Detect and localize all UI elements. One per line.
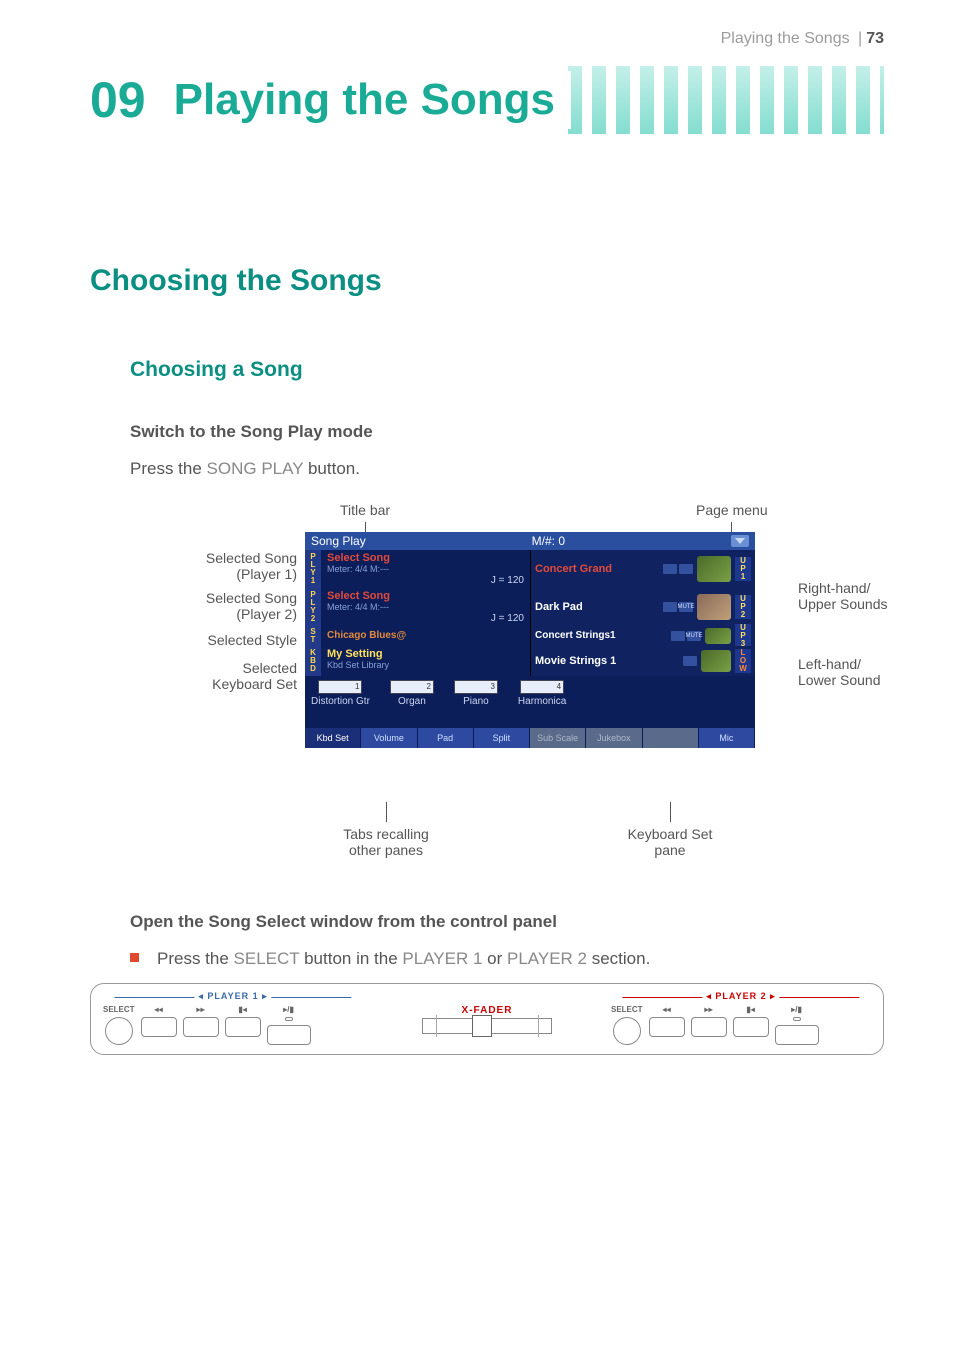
p2-select[interactable]: SELECT xyxy=(611,1005,643,1045)
p1-playpause[interactable]: ▸/▮ xyxy=(267,1005,311,1045)
screen-diagram: Title bar Page menu Selected Song(Player… xyxy=(130,502,884,872)
control-panel: ◂ PLAYER 1 ▸ SELECT ◂◂ ▸▸ ▮◂ ▸/▮ X-FADER… xyxy=(90,983,884,1055)
chapter-number: 09 xyxy=(90,71,146,129)
kbd-item-2[interactable]: 2Organ xyxy=(390,680,434,707)
p1-home[interactable]: ▮◂ xyxy=(225,1005,261,1037)
player2-group: ◂ PLAYER 2 ▸ SELECT ◂◂ ▸▸ ▮◂ ▸/▮ xyxy=(611,993,871,1045)
tag-low: LOW xyxy=(735,649,751,673)
p1-select[interactable]: SELECT xyxy=(103,1005,135,1045)
side-tag-st: ST xyxy=(305,626,321,646)
sound-up3[interactable]: Concert Strings1 MUTE UP3 xyxy=(531,626,755,646)
tab-split[interactable]: Split xyxy=(474,728,530,748)
row-style[interactable]: ST Chicago Blues@ Concert Strings1 MUTE … xyxy=(305,626,755,646)
bullet-square-icon xyxy=(130,953,139,962)
instruction-lead-2: Open the Song Select window from the con… xyxy=(130,912,884,932)
page-header-number: 73 xyxy=(866,30,884,47)
page-menu-button[interactable] xyxy=(731,535,749,547)
chapter-bar: 09 Playing the Songs xyxy=(90,66,884,134)
instruction-text-1: Press the SONG PLAY button. xyxy=(130,456,884,482)
kbd-item-4[interactable]: 4Harmonica xyxy=(518,680,566,707)
tab-blank xyxy=(643,728,699,748)
callout-kbd-pane: Keyboard Setpane xyxy=(610,802,730,858)
p2-rewind[interactable]: ◂◂ xyxy=(649,1005,685,1037)
tag-up2: UP2 xyxy=(735,595,751,619)
tag-up3: UP3 xyxy=(735,624,751,648)
callout-selected-song-p2: Selected Song(Player 2) xyxy=(145,590,305,622)
subsection-heading: Choosing a Song xyxy=(130,358,884,382)
screen-titlebar: Song Play M/#: 0 xyxy=(305,532,755,550)
callout-selected-style: Selected Style xyxy=(145,632,305,648)
instrument-icon xyxy=(697,556,731,582)
instrument-icon xyxy=(701,650,731,672)
callout-selected-kbd: SelectedKeyboard Set xyxy=(145,660,305,692)
callout-tabs: Tabs recallingother panes xyxy=(326,802,446,858)
row-player1[interactable]: PLY1 Select Song Meter: 4/4 M:--- J = 12… xyxy=(305,550,755,588)
instrument-icon xyxy=(697,594,731,620)
xfader[interactable]: X-FADER xyxy=(371,1005,603,1034)
tab-jukebox[interactable]: Jukebox xyxy=(586,728,642,748)
tab-pad[interactable]: Pad xyxy=(418,728,474,748)
callout-selected-song-p1: Selected Song(Player 1) xyxy=(145,550,305,582)
tag-up1: UP1 xyxy=(735,557,751,581)
screen-title: Song Play xyxy=(311,534,366,548)
screen-counter: M/#: 0 xyxy=(532,534,565,548)
side-tag-kbd: KBD xyxy=(305,646,321,676)
page-header-divider: | xyxy=(858,30,862,47)
p1-fastforward[interactable]: ▸▸ xyxy=(183,1005,219,1037)
kbd-item-1[interactable]: 1Distortion Gtr xyxy=(311,680,370,707)
callout-right-hand-sounds: Right-hand/Upper Sounds xyxy=(798,580,948,612)
row-player2[interactable]: PLY2 Select Song Meter: 4/4 M:--- J = 12… xyxy=(305,588,755,626)
decorative-stripes xyxy=(568,66,884,134)
kbd-set-pane: 1Distortion Gtr 2Organ 3Piano 4Harmonica xyxy=(305,676,755,728)
p2-fastforward[interactable]: ▸▸ xyxy=(691,1005,727,1037)
instrument-icon xyxy=(705,628,731,644)
tab-subscale[interactable]: Sub Scale xyxy=(530,728,586,748)
device-screen: Song Play M/#: 0 PLY1 Select Song Meter:… xyxy=(305,532,755,748)
sound-up1[interactable]: Concert Grand UP1 xyxy=(531,550,755,588)
page-header-section: Playing the Songs xyxy=(721,30,850,47)
player1-label: ◂ PLAYER 1 ▸ xyxy=(198,991,267,1002)
player1-group: ◂ PLAYER 1 ▸ SELECT ◂◂ ▸▸ ▮◂ ▸/▮ xyxy=(103,993,363,1045)
tab-row: Kbd Set Volume Pad Split Sub Scale Jukeb… xyxy=(305,728,755,748)
p2-playpause[interactable]: ▸/▮ xyxy=(775,1005,819,1045)
p1-rewind[interactable]: ◂◂ xyxy=(141,1005,177,1037)
chapter-title: Playing the Songs xyxy=(174,75,567,125)
tab-kbdset[interactable]: Kbd Set xyxy=(305,728,361,748)
section-heading: Choosing the Songs xyxy=(90,264,884,298)
sound-low[interactable]: Movie Strings 1 LOW xyxy=(531,646,755,676)
kbd-item-3[interactable]: 3Piano xyxy=(454,680,498,707)
p2-home[interactable]: ▮◂ xyxy=(733,1005,769,1037)
xfader-track[interactable] xyxy=(422,1018,552,1034)
side-tag-ply2: PLY2 xyxy=(305,588,321,626)
tab-mic[interactable]: Mic xyxy=(699,728,755,748)
sound-up2[interactable]: Dark Pad MUTE UP2 xyxy=(531,588,755,626)
page-header: Playing the Songs |73 xyxy=(90,30,884,48)
instruction-lead-1: Switch to the Song Play mode xyxy=(130,422,884,442)
callout-left-hand-sound: Left-hand/Lower Sound xyxy=(798,656,948,688)
player2-label: ◂ PLAYER 2 ▸ xyxy=(706,991,775,1002)
row-kbdset[interactable]: KBD My Setting Kbd Set Library Movie Str… xyxy=(305,646,755,676)
tab-volume[interactable]: Volume xyxy=(361,728,417,748)
side-tag-ply1: PLY1 xyxy=(305,550,321,588)
xfader-knob[interactable] xyxy=(472,1015,492,1037)
bullet-instruction: Press the SELECT button in the PLAYER 1 … xyxy=(130,946,884,972)
